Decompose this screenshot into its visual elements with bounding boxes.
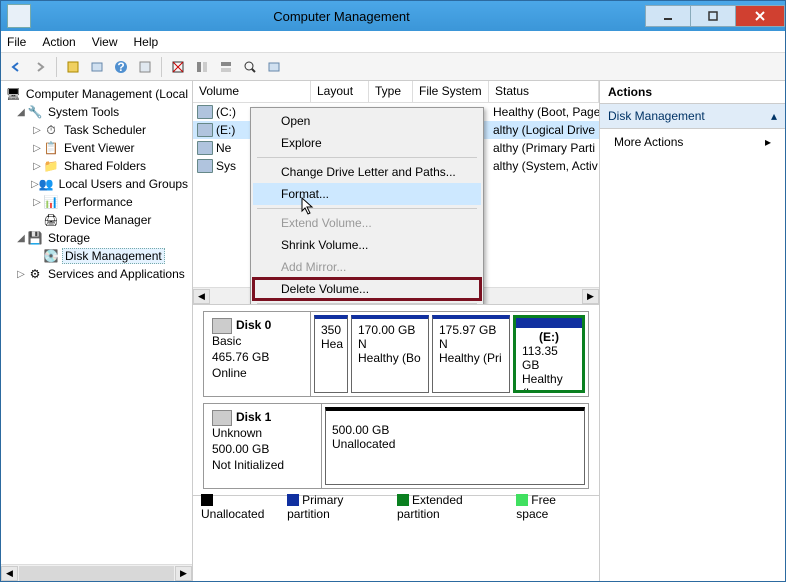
- toolbar-icon[interactable]: [86, 56, 108, 78]
- tree-shared[interactable]: ▷📁Shared Folders: [3, 157, 190, 175]
- volume-list: Volume Layout Type File System Status (C…: [193, 81, 599, 305]
- toolbar-icon[interactable]: [239, 56, 261, 78]
- disk-row: Disk 1 Unknown 500.00 GB Not Initialized…: [203, 403, 589, 489]
- back-button[interactable]: [5, 56, 27, 78]
- disk-icon: [212, 410, 232, 426]
- disk-row: Disk 0 Basic 465.76 GB Online 350Hea 170…: [203, 311, 589, 397]
- minimize-button[interactable]: [645, 5, 691, 27]
- ctx-addmirror: Add Mirror...: [253, 256, 481, 278]
- close-button[interactable]: [735, 5, 785, 27]
- forward-button[interactable]: [29, 56, 51, 78]
- tree-perf[interactable]: ▷📊Performance: [3, 193, 190, 211]
- legend: Unallocated Primary partition Extended p…: [193, 495, 599, 517]
- toolbar-icon[interactable]: [167, 56, 189, 78]
- partition-selected[interactable]: (E:) 113.35 GB Healthy (L: [513, 315, 585, 393]
- partition[interactable]: 350Hea: [314, 315, 348, 393]
- ctx-explore[interactable]: Explore: [253, 132, 481, 154]
- tree-storage[interactable]: ◢💾Storage: [3, 229, 190, 247]
- partition[interactable]: 175.97 GB NHealthy (Pri: [432, 315, 510, 393]
- ctx-format[interactable]: Format...: [253, 183, 481, 205]
- collapse-icon[interactable]: ▴: [771, 109, 777, 123]
- tree-services[interactable]: ▷⚙Services and Applications: [3, 265, 190, 283]
- help-icon[interactable]: ?: [110, 56, 132, 78]
- disk-pane: Disk 0 Basic 465.76 GB Online 350Hea 170…: [193, 305, 599, 581]
- ctx-change-letter[interactable]: Change Drive Letter and Paths...: [253, 161, 481, 183]
- partition[interactable]: 170.00 GB NHealthy (Bo: [351, 315, 429, 393]
- tree-root[interactable]: 🖥Computer Management (Local: [3, 85, 190, 103]
- toolbar-icon[interactable]: [62, 56, 84, 78]
- actions-section[interactable]: Disk Management ▴: [600, 104, 785, 129]
- tree-pane: 🖥Computer Management (Local ◢🔧System Too…: [1, 81, 193, 581]
- main-pane: Volume Layout Type File System Status (C…: [193, 81, 600, 581]
- window-title: Computer Management: [37, 9, 646, 24]
- tree-hscroll[interactable]: ◀▶: [1, 564, 192, 581]
- col-layout[interactable]: Layout: [311, 81, 369, 102]
- tree-eventviewer[interactable]: ▷📋Event Viewer: [3, 139, 190, 157]
- context-menu: Open Explore Change Drive Letter and Pat…: [250, 107, 484, 305]
- tree-devmgr[interactable]: 🖨Device Manager: [3, 211, 190, 229]
- toolbar-icon[interactable]: [263, 56, 285, 78]
- titlebar[interactable]: Computer Management: [1, 1, 785, 31]
- toolbar: ?: [1, 53, 785, 81]
- actions-pane: Actions Disk Management ▴ More Actions ▸: [600, 81, 785, 581]
- tree-diskmgmt[interactable]: 💽Disk Management: [3, 247, 190, 265]
- toolbar-icon[interactable]: [134, 56, 156, 78]
- actions-more[interactable]: More Actions ▸: [600, 129, 785, 155]
- toolbar-icon[interactable]: [215, 56, 237, 78]
- menu-help[interactable]: Help: [134, 35, 159, 49]
- tree-systools[interactable]: ◢🔧System Tools: [3, 103, 190, 121]
- ctx-extend: Extend Volume...: [253, 212, 481, 234]
- volume-icon: [197, 141, 213, 155]
- tree-scheduler[interactable]: ▷⏱Task Scheduler: [3, 121, 190, 139]
- col-volume[interactable]: Volume: [193, 81, 311, 102]
- col-fs[interactable]: File System: [413, 81, 489, 102]
- ctx-open[interactable]: Open: [253, 110, 481, 132]
- menu-view[interactable]: View: [92, 35, 118, 49]
- disk-info[interactable]: Disk 1 Unknown 500.00 GB Not Initialized: [204, 404, 322, 488]
- actions-header: Actions: [600, 81, 785, 104]
- toolbar-icon[interactable]: [191, 56, 213, 78]
- chevron-right-icon: ▸: [765, 135, 771, 149]
- volume-icon: [197, 123, 213, 137]
- app-icon: [7, 4, 31, 28]
- volume-icon: [197, 159, 213, 173]
- menubar: File Action View Help: [1, 31, 785, 53]
- menu-action[interactable]: Action: [42, 35, 75, 49]
- svg-text:?: ?: [117, 60, 124, 74]
- partition-unallocated[interactable]: 500.00 GB Unallocated: [325, 407, 585, 485]
- menu-file[interactable]: File: [7, 35, 26, 49]
- ctx-delete[interactable]: Delete Volume...: [253, 278, 481, 300]
- col-type[interactable]: Type: [369, 81, 413, 102]
- volume-icon: [197, 105, 213, 119]
- ctx-shrink[interactable]: Shrink Volume...: [253, 234, 481, 256]
- col-status[interactable]: Status: [489, 81, 599, 102]
- disk-info[interactable]: Disk 0 Basic 465.76 GB Online: [204, 312, 311, 396]
- tree-localusers[interactable]: ▷👥Local Users and Groups: [3, 175, 190, 193]
- disk-icon: [212, 318, 232, 334]
- maximize-button[interactable]: [690, 5, 736, 27]
